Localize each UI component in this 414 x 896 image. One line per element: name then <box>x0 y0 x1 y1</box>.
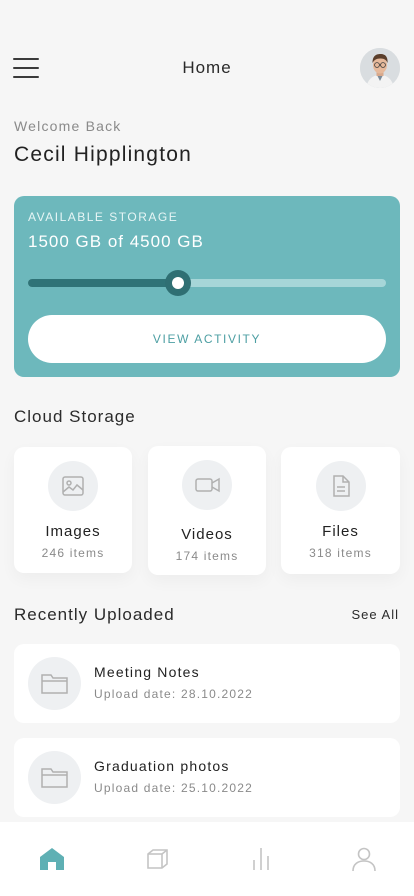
avatar[interactable] <box>360 48 400 88</box>
view-activity-button[interactable]: VIEW ACTIVITY <box>28 315 386 363</box>
storage-label: AVAILABLE STORAGE <box>28 210 179 224</box>
upload-date: Upload date: 25.10.2022 <box>94 781 254 795</box>
category-videos[interactable]: Videos 174 items <box>148 446 266 575</box>
upload-date: Upload date: 28.10.2022 <box>94 687 254 701</box>
page-title: Home <box>182 58 232 77</box>
tab-folders[interactable] <box>145 846 175 874</box>
see-all-link[interactable]: See All <box>352 607 399 622</box>
slider-fill <box>28 279 179 287</box>
upload-name: Graduation photos <box>94 758 230 774</box>
cloud-storage-title: Cloud Storage <box>14 407 136 426</box>
category-name: Videos <box>181 526 233 543</box>
category-count: 318 items <box>309 546 372 560</box>
tab-profile[interactable] <box>351 846 381 874</box>
storage-card: AVAILABLE STORAGE 1500 GB of 4500 GB VIE… <box>14 196 400 377</box>
folder-icon <box>28 751 81 804</box>
folder-icon <box>28 657 81 710</box>
upload-name: Meeting Notes <box>94 664 200 680</box>
slider-knob[interactable] <box>165 270 192 296</box>
category-name: Files <box>322 523 359 540</box>
tab-home[interactable] <box>38 846 68 874</box>
home-icon <box>40 848 64 870</box>
file-icon <box>315 461 366 511</box>
category-images[interactable]: Images 246 items <box>14 447 132 573</box>
recently-uploaded-title: Recently Uploaded <box>14 605 175 624</box>
video-camera-icon <box>182 460 232 510</box>
profile-icon <box>352 847 376 872</box>
storage-slider[interactable] <box>28 270 386 296</box>
tab-stats[interactable] <box>248 846 278 874</box>
app-header: Home <box>0 46 414 90</box>
category-count: 246 items <box>41 546 105 560</box>
storage-value: 1500 GB of 4500 GB <box>28 232 204 251</box>
category-count: 174 items <box>175 549 239 563</box>
category-name: Images <box>45 523 101 540</box>
bar-chart-icon <box>253 848 269 870</box>
image-icon <box>48 461 98 511</box>
category-files[interactable]: Files 318 items <box>281 447 400 574</box>
bottom-tab-bar <box>0 822 414 896</box>
list-item[interactable]: Graduation photos Upload date: 25.10.202… <box>14 738 400 817</box>
folders-icon <box>147 849 168 869</box>
list-item[interactable]: Meeting Notes Upload date: 28.10.2022 <box>14 644 400 723</box>
welcome-greeting: Welcome Back <box>14 118 122 134</box>
user-name: Cecil Hipplington <box>14 143 192 166</box>
